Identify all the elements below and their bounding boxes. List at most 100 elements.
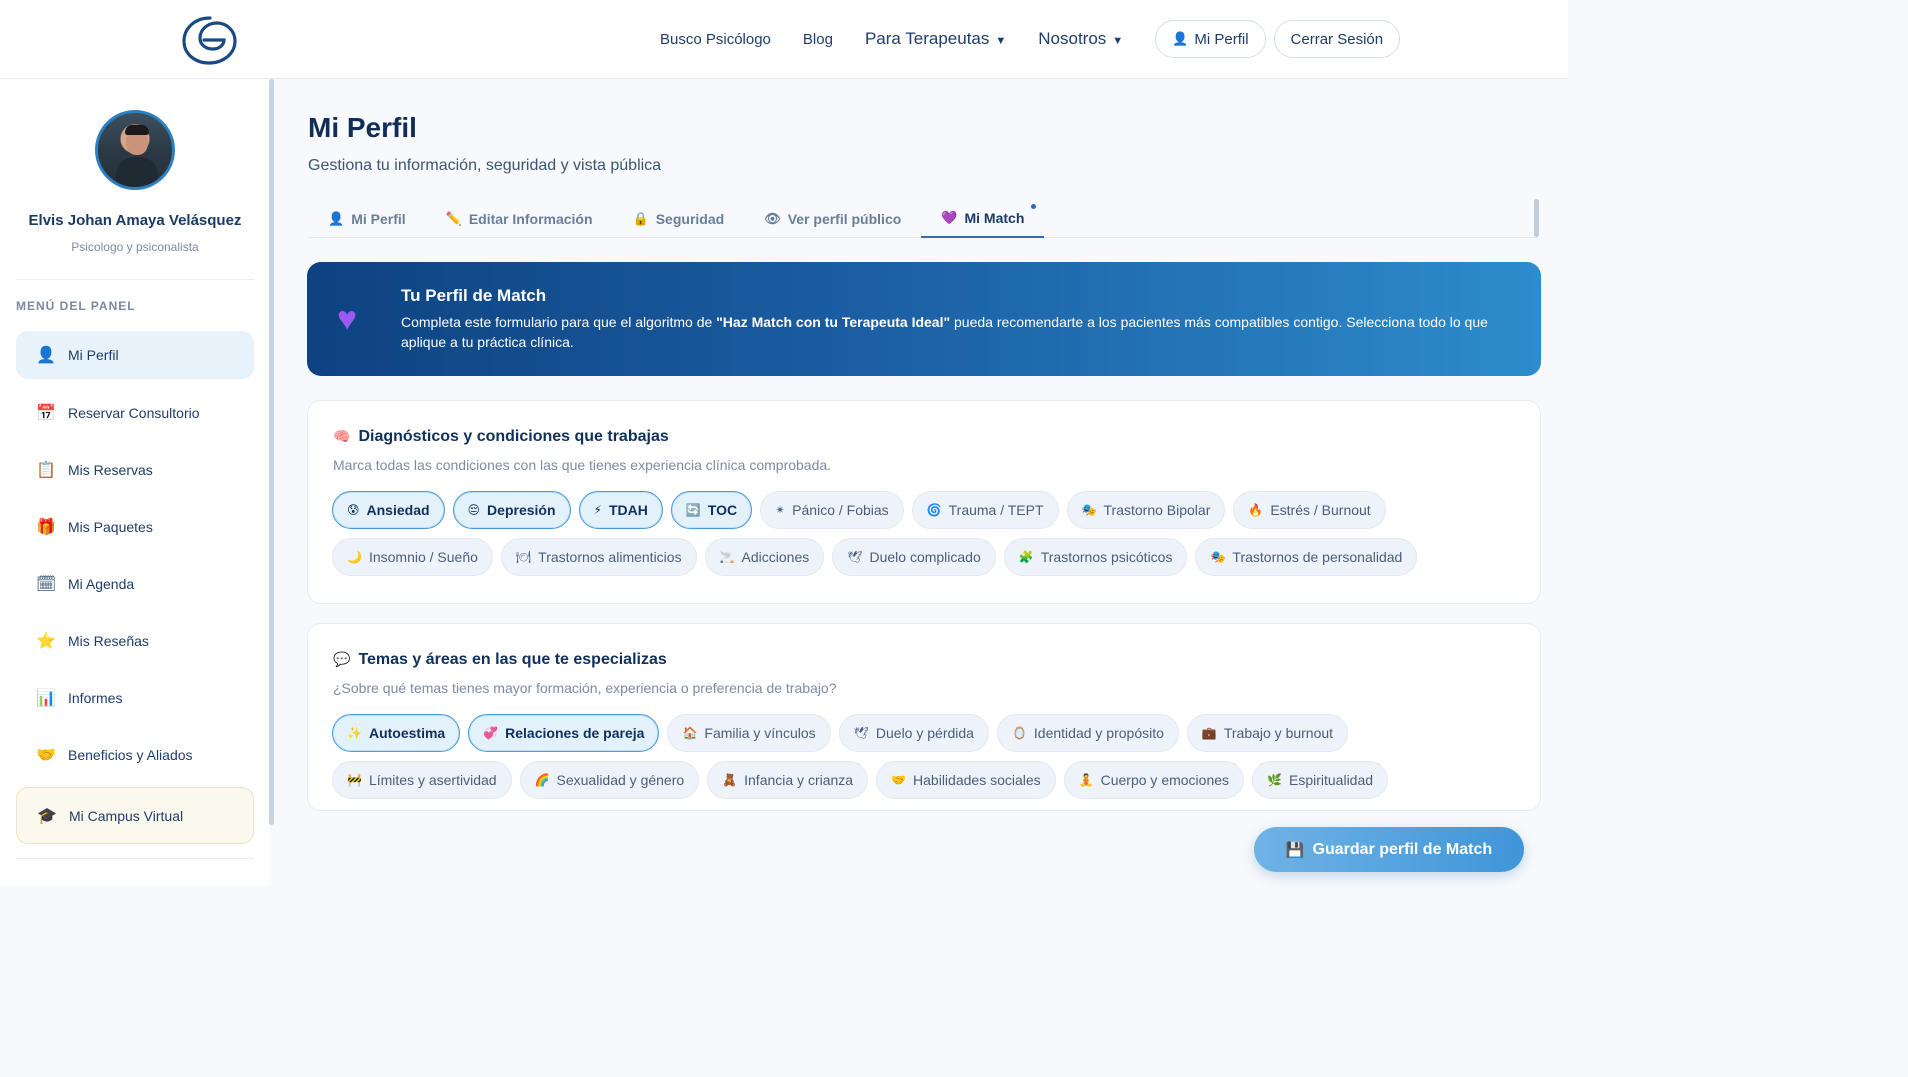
chip-option[interactable]: 🤝 Habilidades sociales xyxy=(876,761,1056,799)
chip-option[interactable]: 🚧 Límites y asertividad xyxy=(332,761,512,799)
eye-icon: 👁 xyxy=(764,210,781,226)
chip-option[interactable]: 🌀 Trauma / TEPT xyxy=(911,491,1059,529)
caret-down-icon: ▼ xyxy=(1112,35,1124,47)
chip-option[interactable]: 🌈 Sexualidad y género xyxy=(519,761,700,799)
sidebar-item-mi-perfil[interactable]: 👤 Mi Perfil xyxy=(16,331,254,379)
section-title: 🧠 Diagnósticos y condiciones que trabajas xyxy=(333,428,669,446)
sidebar-item-beneficios[interactable]: 🤝 Beneficios y Aliados xyxy=(16,731,254,779)
chip-icon: ✴ xyxy=(775,503,786,517)
chip-option[interactable]: 🧘 Cuerpo y emociones xyxy=(1063,761,1245,799)
chip-icon: 🏠 xyxy=(682,726,698,740)
tab-label: Editar Información xyxy=(468,210,593,227)
chip-label: Familia y vínculos xyxy=(704,725,816,741)
chip-option[interactable]: 😰 Ansiedad xyxy=(332,491,445,529)
profile-button[interactable]: 👤 Mi Perfil xyxy=(1155,20,1266,58)
chip-option[interactable]: 🧩 Trastornos psicóticos xyxy=(1003,538,1188,576)
chip-option[interactable]: 😔 Depresión xyxy=(452,491,571,529)
chip-icon: 🍽 xyxy=(515,550,532,564)
chip-label: Pánico / Fobias xyxy=(792,502,889,518)
banner-title: Tu Perfil de Match xyxy=(401,286,547,305)
chip-option[interactable]: 🎭 Trastornos de personalidad xyxy=(1195,538,1418,576)
chip-icon: 🧸 xyxy=(722,773,738,787)
nav-nosotros[interactable]: Nosotros ▼ xyxy=(1038,29,1123,49)
tab-mi-match[interactable]: 💜 Mi Match xyxy=(921,199,1045,238)
sidebar-item-reservar-consultorio[interactable]: 📅 Reservar Consultorio xyxy=(16,389,254,437)
chip-option[interactable]: 💼 Trabajo y burnout xyxy=(1186,714,1349,752)
chip-option[interactable]: 🔄 TOC xyxy=(670,491,753,529)
chip-label: Trauma / TEPT xyxy=(948,502,1044,518)
chip-label: Relaciones de pareja xyxy=(505,725,645,741)
chip-option[interactable]: 🔥 Estrés / Burnout xyxy=(1233,491,1386,529)
chip-icon: 🔥 xyxy=(1248,503,1264,517)
tabs-scrollbar[interactable] xyxy=(1534,199,1539,237)
chip-icon: 💞 xyxy=(483,726,499,740)
sidebar-item-label: Mis Paquetes xyxy=(68,519,153,535)
sidebar-item-label: Beneficios y Aliados xyxy=(68,747,193,763)
save-match-profile-button[interactable]: 💾 Guardar perfil de Match xyxy=(1254,827,1524,872)
chip-option[interactable]: 🍽 Trastornos alimenticios xyxy=(500,538,697,576)
star-icon: ⭐ xyxy=(36,633,56,650)
chip-option[interactable]: 🪞 Identidad y propósito xyxy=(996,714,1179,752)
chip-label: Ansiedad xyxy=(366,502,430,518)
chip-icon: 🌙 xyxy=(347,550,362,564)
chip-option[interactable]: 🕊 Duelo y pérdida xyxy=(838,714,989,752)
avatar-hair xyxy=(125,125,149,135)
chip-option[interactable]: ✴ Pánico / Fobias xyxy=(760,491,904,529)
chip-icon: 🎭 xyxy=(1081,503,1097,517)
tab-ver-perfil-publico[interactable]: 👁 Ver perfil público xyxy=(744,199,921,238)
temas-chip-list: ✨ Autoestima 💞 Relaciones de pareja 🏠 Familia… xyxy=(332,714,1522,799)
chip-label: Depresión xyxy=(487,502,556,518)
sidebar-item-mis-reservas[interactable]: 📋 Mis Reservas xyxy=(16,446,254,494)
handshake-icon: 🤝 xyxy=(36,747,56,764)
sidebar-item-informes[interactable]: 📊 Informes xyxy=(16,674,254,722)
chip-label: Adicciones xyxy=(741,549,810,565)
chip-option[interactable]: 💞 Relaciones de pareja xyxy=(468,714,660,752)
sidebar-item-mis-paquetes[interactable]: 🎁 Mis Paquetes xyxy=(16,503,254,551)
chip-option[interactable]: ✨ Autoestima xyxy=(332,714,461,752)
chip-option[interactable]: ⚡ TDAH xyxy=(578,491,663,529)
chip-label: Habilidades sociales xyxy=(913,772,1041,788)
chip-icon: 😔 xyxy=(467,503,481,517)
chip-icon: 🤝 xyxy=(891,773,907,787)
sidebar-item-mis-resenas[interactable]: ⭐ Mis Reseñas xyxy=(16,617,254,665)
nav-blog[interactable]: Blog xyxy=(803,31,833,48)
sidebar-scrollbar[interactable] xyxy=(269,79,274,825)
sidebar-item-label: Mi Perfil xyxy=(68,347,119,363)
tab-editar-informacion[interactable]: ✏️ Editar Información xyxy=(426,199,613,238)
chip-option[interactable]: 🌿 Espiritualidad xyxy=(1252,761,1389,799)
caret-down-icon: ▼ xyxy=(995,35,1007,47)
avatar-body xyxy=(116,157,158,187)
speech-bubble-icon: 💬 xyxy=(333,651,351,667)
page-title: Mi Perfil xyxy=(308,112,417,143)
divider xyxy=(16,279,254,280)
chip-icon: 🎭 xyxy=(1210,550,1226,564)
sidebar-item-label: Mis Reseñas xyxy=(68,633,149,649)
pencil-icon: ✏️ xyxy=(445,210,462,226)
section-title-label: Diagnósticos y condiciones que trabajas xyxy=(358,428,669,445)
chip-option[interactable]: 🕊 Duelo complicado xyxy=(832,538,996,576)
notification-dot xyxy=(1031,204,1037,209)
sidebar-item-campus-virtual[interactable]: 🎓 Mi Campus Virtual xyxy=(16,787,254,844)
chip-option[interactable]: 🏠 Familia y vínculos xyxy=(667,714,831,752)
tab-mi-perfil[interactable]: 👤 Mi Perfil xyxy=(308,199,426,238)
chip-icon: 🪞 xyxy=(1011,726,1027,740)
logout-button[interactable]: Cerrar Sesión xyxy=(1273,20,1401,58)
chip-option[interactable]: 🌙 Insomnio / Sueño xyxy=(332,538,493,576)
chip-option[interactable]: 🎭 Trastorno Bipolar xyxy=(1066,491,1226,529)
nav-nosotros-label: Nosotros xyxy=(1038,29,1107,48)
nav-para-terapeutas[interactable]: Para Terapeutas ▼ xyxy=(865,29,1006,49)
chip-icon: 🕊 xyxy=(847,550,863,564)
page-subtitle: Gestiona tu información, seguridad y vis… xyxy=(308,157,662,174)
nav-busco-psicologo[interactable]: Busco Psicólogo xyxy=(660,31,771,48)
sidebar-item-mi-agenda[interactable]: 🗓 Mi Agenda xyxy=(16,560,254,608)
banner-text-part: Completa este formulario para que el alg… xyxy=(401,314,717,330)
section-title: 💬 Temas y áreas en las que te especializa… xyxy=(333,651,667,669)
chip-option[interactable]: 🚬 Adicciones xyxy=(704,538,825,576)
chip-option[interactable]: 🧸 Infancia y crianza xyxy=(707,761,869,799)
banner-text-bold: "Haz Match con tu Terapeuta Ideal" xyxy=(716,314,951,330)
section-subtitle: ¿Sobre qué temas tienes mayor formación,… xyxy=(333,680,837,696)
tab-seguridad[interactable]: 🔒 Seguridad xyxy=(613,199,745,238)
save-button-label: Guardar perfil de Match xyxy=(1312,840,1493,858)
chip-icon: 💼 xyxy=(1201,726,1217,740)
logo-icon[interactable] xyxy=(180,14,240,66)
